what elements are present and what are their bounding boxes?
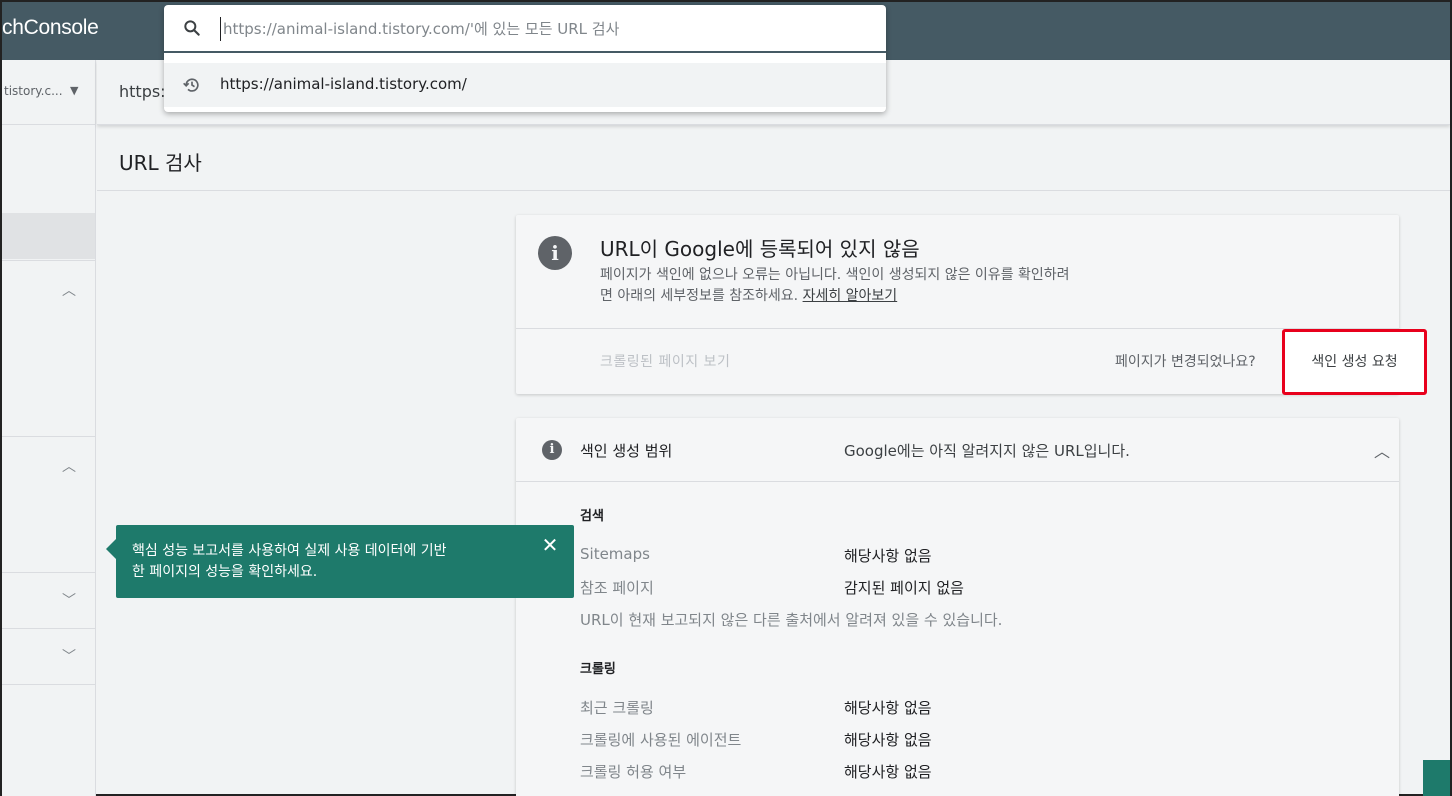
info-icon: i [542, 440, 562, 460]
status-description: 페이지가 색인에 없으나 오류는 아닙니다. 색인이 생성되지 않은 이유를 확… [600, 265, 1190, 307]
sidebar-divider [2, 436, 95, 437]
search-row [164, 5, 886, 53]
tooltip-line: 핵심 성능 보고서를 사용하여 실제 사용 데이터에 기반 [132, 543, 447, 559]
url-inspection-search: https://animal-island.tistory.com/ [164, 5, 886, 112]
detail-label: 크롤링 허용 여부 [580, 763, 687, 781]
discovery-section-title: 검색 [580, 509, 604, 524]
coverage-label: 색인 생성 범위 [580, 442, 673, 460]
chevron-down-icon[interactable]: ﹀ [62, 646, 76, 666]
info-icon: i [538, 236, 572, 270]
sidebar-divider [2, 628, 95, 629]
detail-value: 해당사항 없음 [844, 763, 932, 781]
coverage-card: i 색인 생성 범위 Google에는 아직 알려지지 않은 URL입니다. ︿… [516, 418, 1399, 796]
detail-value: 해당사항 없음 [844, 699, 932, 717]
index-status-card: i URL이 Google에 등록되어 있지 않음 페이지가 색인에 없으나 오… [516, 215, 1427, 395]
coverage-value: Google에는 아직 알려지지 않은 URL입니다. [844, 442, 1130, 460]
app-title[interactable]: chConsole [2, 16, 99, 40]
request-indexing-button[interactable]: 색인 생성 요청 [1282, 329, 1427, 395]
suggestion-url: https://animal-island.tistory.com/ [220, 75, 467, 93]
chevron-down-icon[interactable]: ﹀ [62, 590, 76, 610]
history-icon [183, 78, 199, 92]
view-crawled-page-button[interactable]: 크롤링된 페이지 보기 [600, 351, 730, 371]
sidebar-divider [2, 260, 95, 261]
status-desc-line: 면 아래의 세부정보를 참조하세요. [600, 288, 799, 304]
detail-label: Sitemaps [580, 545, 650, 563]
property-selector-label: tistory.c... [4, 84, 63, 98]
sidebar: tistory.c... ▼ ︿ ︿ ﹀ ﹀ [2, 60, 96, 796]
detail-label: 최근 크롤링 [580, 699, 654, 717]
caret-down-icon: ▼ [70, 84, 79, 97]
status-desc-line: 페이지가 색인에 없으나 오류는 아닙니다. 색인이 생성되지 않은 이유를 확… [600, 267, 1070, 283]
status-title: URL이 Google에 등록되어 있지 않음 [600, 237, 920, 261]
detail-value: 해당사항 없음 [844, 547, 932, 565]
detail-label: 참조 페이지 [580, 579, 654, 597]
sidebar-item-active[interactable] [2, 213, 95, 259]
detail-value: 해당사항 없음 [844, 731, 932, 749]
detail-value: 감지된 페이지 없음 [844, 579, 964, 597]
search-input[interactable] [220, 17, 860, 41]
discovery-note: URL이 현재 보고되지 않은 다른 출처에서 알려져 있을 수 있습니다. [580, 611, 1003, 629]
page-changed-question: 페이지가 변경되었나요? [1115, 354, 1256, 370]
learn-more-link[interactable]: 자세히 알아보기 [803, 288, 898, 304]
sidebar-divider [2, 572, 95, 573]
tooltip-line: 한 페이지의 성능을 확인하세요. [132, 564, 318, 580]
search-icon [184, 20, 200, 36]
core-web-vitals-tooltip: 핵심 성능 보고서를 사용하여 실제 사용 데이터에 기반 한 페이지의 성능을… [106, 525, 574, 598]
page-title: URL 검사 [119, 151, 202, 175]
coverage-header[interactable]: i 색인 생성 범위 Google에는 아직 알려지지 않은 URL입니다. ︿ [516, 418, 1399, 482]
sidebar-divider [2, 684, 95, 685]
chevron-up-icon[interactable]: ︿ [62, 456, 76, 476]
chevron-up-icon[interactable]: ︿ [62, 280, 76, 300]
detail-label: 크롤링에 사용된 에이전트 [580, 731, 742, 749]
page-header: URL 검사 [97, 125, 1450, 191]
search-suggestion[interactable]: https://animal-island.tistory.com/ [164, 63, 886, 107]
card-divider [516, 328, 1399, 329]
chevron-up-icon[interactable]: ︿ [1374, 438, 1390, 462]
feedback-badge[interactable] [1423, 760, 1450, 796]
property-selector[interactable]: tistory.c... ▼ [2, 60, 96, 125]
crawl-section-title: 크롤링 [580, 662, 616, 677]
tooltip-text: 핵심 성능 보고서를 사용하여 실제 사용 데이터에 기반 한 페이지의 성능을… [132, 541, 532, 583]
close-icon[interactable]: ✕ [540, 535, 560, 555]
